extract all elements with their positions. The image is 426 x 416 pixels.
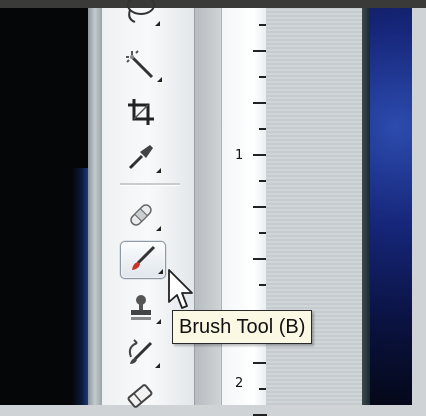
tool-menu-indicator — [156, 168, 161, 173]
ruler-tick — [253, 50, 267, 52]
eyedropper-tool-button[interactable] — [119, 141, 163, 177]
tool-menu-indicator — [155, 363, 160, 368]
healing-brush-tool-button[interactable] — [119, 199, 163, 235]
tool-menu-indicator — [157, 77, 162, 82]
ruler-tick — [253, 102, 267, 104]
ruler-tick — [253, 154, 267, 156]
image-edge-shadow — [362, 8, 370, 405]
toolbar-separator — [120, 183, 180, 186]
tool-tooltip: Brush Tool (B) — [172, 310, 313, 344]
tools-panel — [102, 0, 195, 408]
ruler-tick — [253, 206, 267, 208]
bandage-icon — [126, 200, 156, 234]
eraser-icon — [125, 381, 155, 415]
panel-scrollbar[interactable] — [88, 8, 102, 405]
pasteboard-area — [266, 8, 362, 405]
vertical-ruler[interactable]: 12 — [221, 8, 268, 416]
tool-menu-indicator — [158, 269, 163, 274]
tool-menu-indicator — [156, 226, 161, 231]
mouse-pointer-icon — [167, 268, 193, 316]
crop-icon — [126, 97, 156, 131]
left-dark-area — [0, 8, 88, 405]
brush-tool-button[interactable] — [120, 241, 166, 279]
document-image-edge — [362, 8, 412, 405]
ruler-label: 2 — [235, 376, 244, 391]
magic-wand-tool-button[interactable] — [120, 50, 164, 86]
brush-icon — [128, 243, 158, 277]
panel-gutter — [195, 8, 221, 405]
eraser-tool-button[interactable] — [118, 380, 162, 416]
clone-stamp-tool-button[interactable] — [119, 292, 163, 328]
ruler-tick — [253, 258, 267, 260]
ruler-label: 1 — [235, 148, 244, 163]
ruler-tick — [253, 362, 267, 364]
window-top-border — [0, 0, 426, 8]
tool-menu-indicator — [155, 21, 160, 26]
crop-tool-button[interactable] — [119, 96, 163, 132]
stamp-icon — [126, 293, 156, 327]
left-blue-glow — [72, 168, 88, 405]
lasso-tool-button[interactable] — [118, 0, 162, 30]
eyedropper-icon — [126, 142, 156, 176]
lasso-icon — [123, 0, 157, 29]
tool-menu-indicator — [156, 319, 161, 324]
history-brush-icon — [125, 337, 155, 371]
history-brush-tool-button[interactable] — [118, 336, 162, 372]
magic-wand-icon — [126, 50, 158, 85]
